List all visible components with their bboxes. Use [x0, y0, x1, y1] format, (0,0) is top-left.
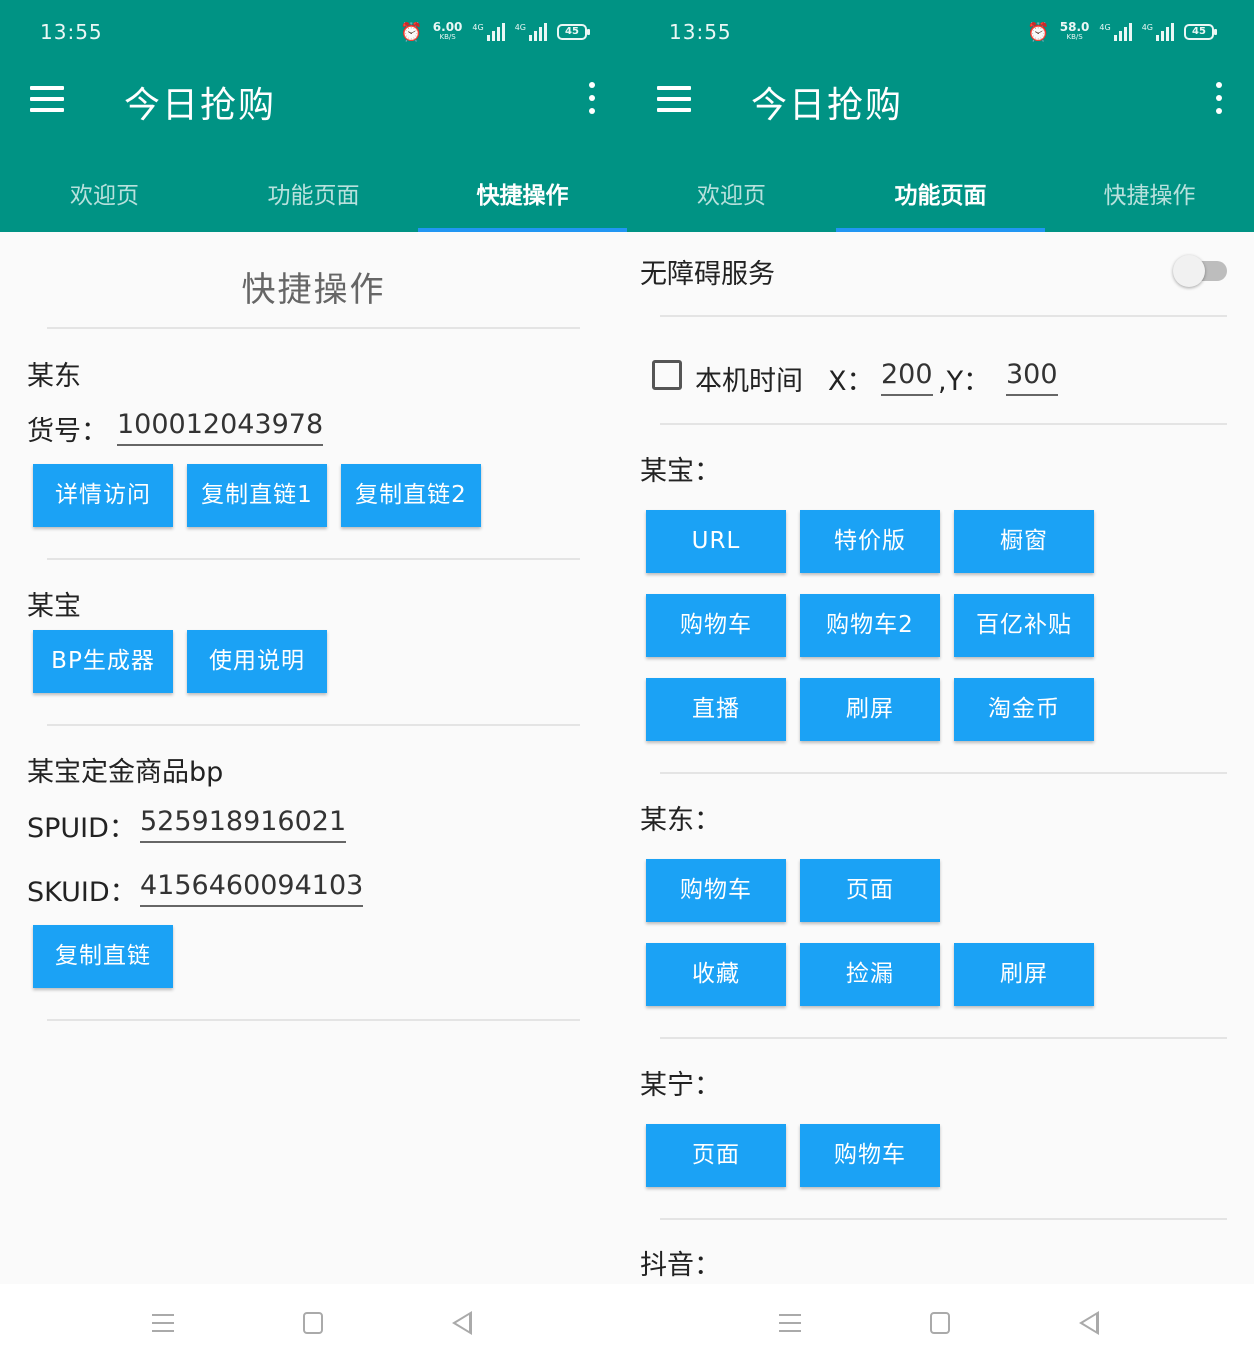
battery-icon: 45: [557, 24, 590, 40]
jd-cart-button[interactable]: 购物车: [646, 859, 786, 922]
jd-favorite-button[interactable]: 收藏: [646, 943, 786, 1006]
network-speed: 6.00 KB/S: [432, 20, 463, 41]
copy-link-1-button[interactable]: 复制直链1: [187, 464, 327, 527]
signal-icon: 4G: [515, 23, 547, 41]
jd-section-title: 某东：: [640, 805, 721, 836]
divider: [660, 315, 1227, 317]
divider: [660, 772, 1227, 774]
functions-screen: 13:55 ⏰ 58.0 KB/S 4G 4G 45 今日抢购 欢迎页 功能页面 …: [627, 0, 1254, 1356]
refresh-screen-button[interactable]: 刷屏: [800, 678, 940, 741]
cart-2-button[interactable]: 购物车2: [800, 594, 940, 657]
spuid-label: SPUID：: [27, 813, 136, 844]
skuid-label: SKUID：: [27, 877, 137, 908]
item-number-field[interactable]: 100012043978: [117, 409, 324, 446]
subsidy-button[interactable]: 百亿补贴: [954, 594, 1094, 657]
status-icons: ⏰ 58.0 KB/S 4G 4G 45: [1027, 20, 1217, 44]
accessibility-service-label: 无障碍服务: [640, 259, 775, 290]
copy-link-button[interactable]: 复制直链: [33, 925, 173, 988]
detail-visit-button[interactable]: 详情访问: [33, 464, 173, 527]
bp-generator-button[interactable]: BP生成器: [33, 630, 173, 693]
status-icons: ⏰ 6.00 KB/S 4G 4G 45: [400, 20, 590, 44]
system-nav-bar: [627, 1284, 1254, 1356]
jd-section-title: 某东: [27, 361, 81, 392]
home-icon[interactable]: [930, 1312, 950, 1334]
alarm-icon: ⏰: [400, 21, 423, 43]
divider: [47, 558, 580, 560]
recents-icon[interactable]: [152, 1314, 174, 1332]
signal-icon: 4G: [1099, 23, 1132, 41]
x-coordinate-field[interactable]: 200: [881, 359, 933, 396]
system-nav-bar: [0, 1284, 627, 1356]
showcase-button[interactable]: 橱窗: [954, 510, 1094, 573]
y-label: ,Y：: [938, 366, 991, 397]
signal-icon: 4G: [472, 23, 505, 41]
x-label: X：: [828, 366, 874, 397]
alarm-icon: ⏰: [1027, 21, 1050, 43]
app-title: 今日抢购: [124, 85, 277, 126]
app-bar: 13:55 ⏰ 6.00 KB/S 4G 4G 45 今日抢购 欢迎页 功能页面 …: [0, 0, 627, 232]
url-button[interactable]: URL: [646, 510, 786, 573]
gold-coin-button[interactable]: 淘金币: [954, 678, 1094, 741]
taobao-section-title: 某宝: [27, 591, 81, 622]
cart-button[interactable]: 购物车: [646, 594, 786, 657]
network-speed: 58.0 KB/S: [1059, 20, 1090, 41]
y-coordinate-field[interactable]: 300: [1006, 359, 1058, 396]
suning-page-button[interactable]: 页面: [646, 1124, 786, 1187]
instructions-button[interactable]: 使用说明: [187, 630, 327, 693]
divider: [660, 1218, 1227, 1220]
tab-functions[interactable]: 功能页面: [209, 150, 418, 232]
page-title: 快捷操作: [241, 270, 386, 310]
status-time: 13:55: [669, 20, 732, 44]
tab-functions[interactable]: 功能页面: [836, 150, 1045, 232]
tab-quick-ops[interactable]: 快捷操作: [1045, 150, 1254, 232]
item-number-label: 货号：: [27, 416, 108, 447]
hamburger-menu-icon[interactable]: [657, 86, 691, 112]
quick-ops-screen: 13:55 ⏰ 6.00 KB/S 4G 4G 45 今日抢购 欢迎页 功能页面 …: [0, 0, 627, 1356]
divider: [47, 327, 580, 329]
skuid-field[interactable]: 4156460094103: [140, 870, 364, 907]
divider: [47, 724, 580, 726]
more-options-icon[interactable]: [587, 82, 597, 114]
taobao-section-title: 某宝：: [640, 456, 721, 487]
status-time: 13:55: [40, 20, 103, 44]
local-time-label: 本机时间: [695, 366, 803, 397]
copy-link-2-button[interactable]: 复制直链2: [341, 464, 481, 527]
recents-icon[interactable]: [779, 1314, 801, 1332]
suning-cart-button[interactable]: 购物车: [800, 1124, 940, 1187]
suning-section-title: 某宁：: [640, 1070, 721, 1101]
tab-quick-ops[interactable]: 快捷操作: [418, 150, 627, 232]
app-bar: 13:55 ⏰ 58.0 KB/S 4G 4G 45 今日抢购 欢迎页 功能页面 …: [627, 0, 1254, 232]
more-options-icon[interactable]: [1214, 82, 1224, 114]
battery-icon: 45: [1184, 24, 1217, 40]
jd-bargain-button[interactable]: 捡漏: [800, 943, 940, 1006]
douyin-section-title: 抖音：: [640, 1250, 721, 1281]
jd-refresh-button[interactable]: 刷屏: [954, 943, 1094, 1006]
local-time-checkbox[interactable]: [652, 360, 682, 390]
spuid-field[interactable]: 525918916021: [140, 806, 347, 843]
jd-page-button[interactable]: 页面: [800, 859, 940, 922]
special-edition-button[interactable]: 特价版: [800, 510, 940, 573]
live-button[interactable]: 直播: [646, 678, 786, 741]
back-icon[interactable]: [1079, 1311, 1099, 1335]
back-icon[interactable]: [452, 1311, 472, 1335]
tab-welcome[interactable]: 欢迎页: [0, 150, 209, 232]
app-title: 今日抢购: [751, 85, 904, 126]
tab-bar: 欢迎页 功能页面 快捷操作: [627, 150, 1254, 232]
tab-welcome[interactable]: 欢迎页: [627, 150, 836, 232]
accessibility-toggle[interactable]: [1173, 255, 1227, 287]
divider: [660, 423, 1227, 425]
home-icon[interactable]: [303, 1312, 323, 1334]
signal-icon: 4G: [1142, 23, 1174, 41]
deposit-section-title: 某宝定金商品bp: [27, 757, 224, 788]
tab-bar: 欢迎页 功能页面 快捷操作: [0, 150, 627, 232]
hamburger-menu-icon[interactable]: [30, 86, 64, 112]
divider: [660, 1037, 1227, 1039]
divider: [47, 1019, 580, 1021]
